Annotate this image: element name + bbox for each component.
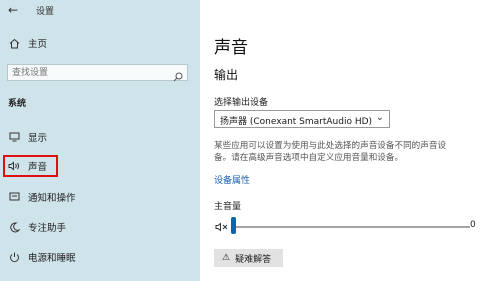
- sidebar-item-focus-assist[interactable]: 专注助手: [0, 217, 200, 237]
- app-title: 设置: [36, 7, 55, 17]
- sidebar-item-home[interactable]: 主页: [0, 33, 200, 53]
- sidebar-item-label: 电源和睡眠: [28, 253, 76, 264]
- monitor-icon: [8, 131, 20, 143]
- selection-highlight: [3, 155, 58, 177]
- sidebar-item-label: 显示: [28, 133, 48, 144]
- notification-icon: [8, 191, 20, 203]
- choose-output-label: 选择输出设备: [214, 98, 269, 108]
- device-properties-link[interactable]: 设备属性: [214, 173, 250, 186]
- troubleshoot-label: 疑难解答: [235, 254, 272, 265]
- description-text: 某些应用可以设置为使用与此处选择的声音设备不同的声音设备。请在高级声音选项中自定…: [214, 141, 447, 163]
- output-device-dropdown[interactable]: 扬声器 (Conexant SmartAudio HD) ⌄: [214, 110, 390, 128]
- search-input[interactable]: [12, 66, 162, 79]
- sidebar: ← 设置 主页 系统 显示 声音 通知和操作: [0, 0, 200, 281]
- sidebar-item-label: 主页: [28, 39, 48, 50]
- search-box[interactable]: [7, 64, 188, 82]
- page-title: 声音: [214, 38, 248, 58]
- sidebar-item-display[interactable]: 显示: [0, 127, 200, 147]
- main-panel: 声音 输出 选择输出设备 扬声器 (Conexant SmartAudio HD…: [200, 0, 500, 281]
- warning-icon: ⚠: [222, 253, 231, 263]
- output-heading: 输出: [214, 68, 239, 82]
- sidebar-item-power[interactable]: 电源和睡眠: [0, 247, 200, 267]
- chevron-down-icon: ⌄: [375, 112, 384, 123]
- section-label: 系统: [8, 99, 27, 109]
- power-icon: [8, 251, 20, 263]
- moon-icon: [8, 221, 20, 233]
- volume-slider-track[interactable]: [234, 226, 470, 228]
- troubleshoot-button[interactable]: ⚠ 疑难解答: [214, 249, 283, 267]
- sidebar-item-label: 专注助手: [28, 223, 67, 234]
- home-icon: [8, 37, 20, 49]
- sidebar-item-notifications[interactable]: 通知和操作: [0, 187, 200, 207]
- search-icon[interactable]: [173, 67, 183, 82]
- back-arrow-icon[interactable]: ←: [8, 3, 18, 17]
- muted-speaker-icon[interactable]: [215, 222, 229, 235]
- sidebar-item-label: 通知和操作: [28, 193, 76, 204]
- master-volume-label: 主音量: [214, 202, 242, 212]
- output-device-value: 扬声器 (Conexant SmartAudio HD): [220, 117, 373, 127]
- volume-slider-thumb[interactable]: [231, 217, 236, 234]
- volume-value: 0: [470, 220, 476, 230]
- titlebar: ← 设置: [0, 0, 200, 22]
